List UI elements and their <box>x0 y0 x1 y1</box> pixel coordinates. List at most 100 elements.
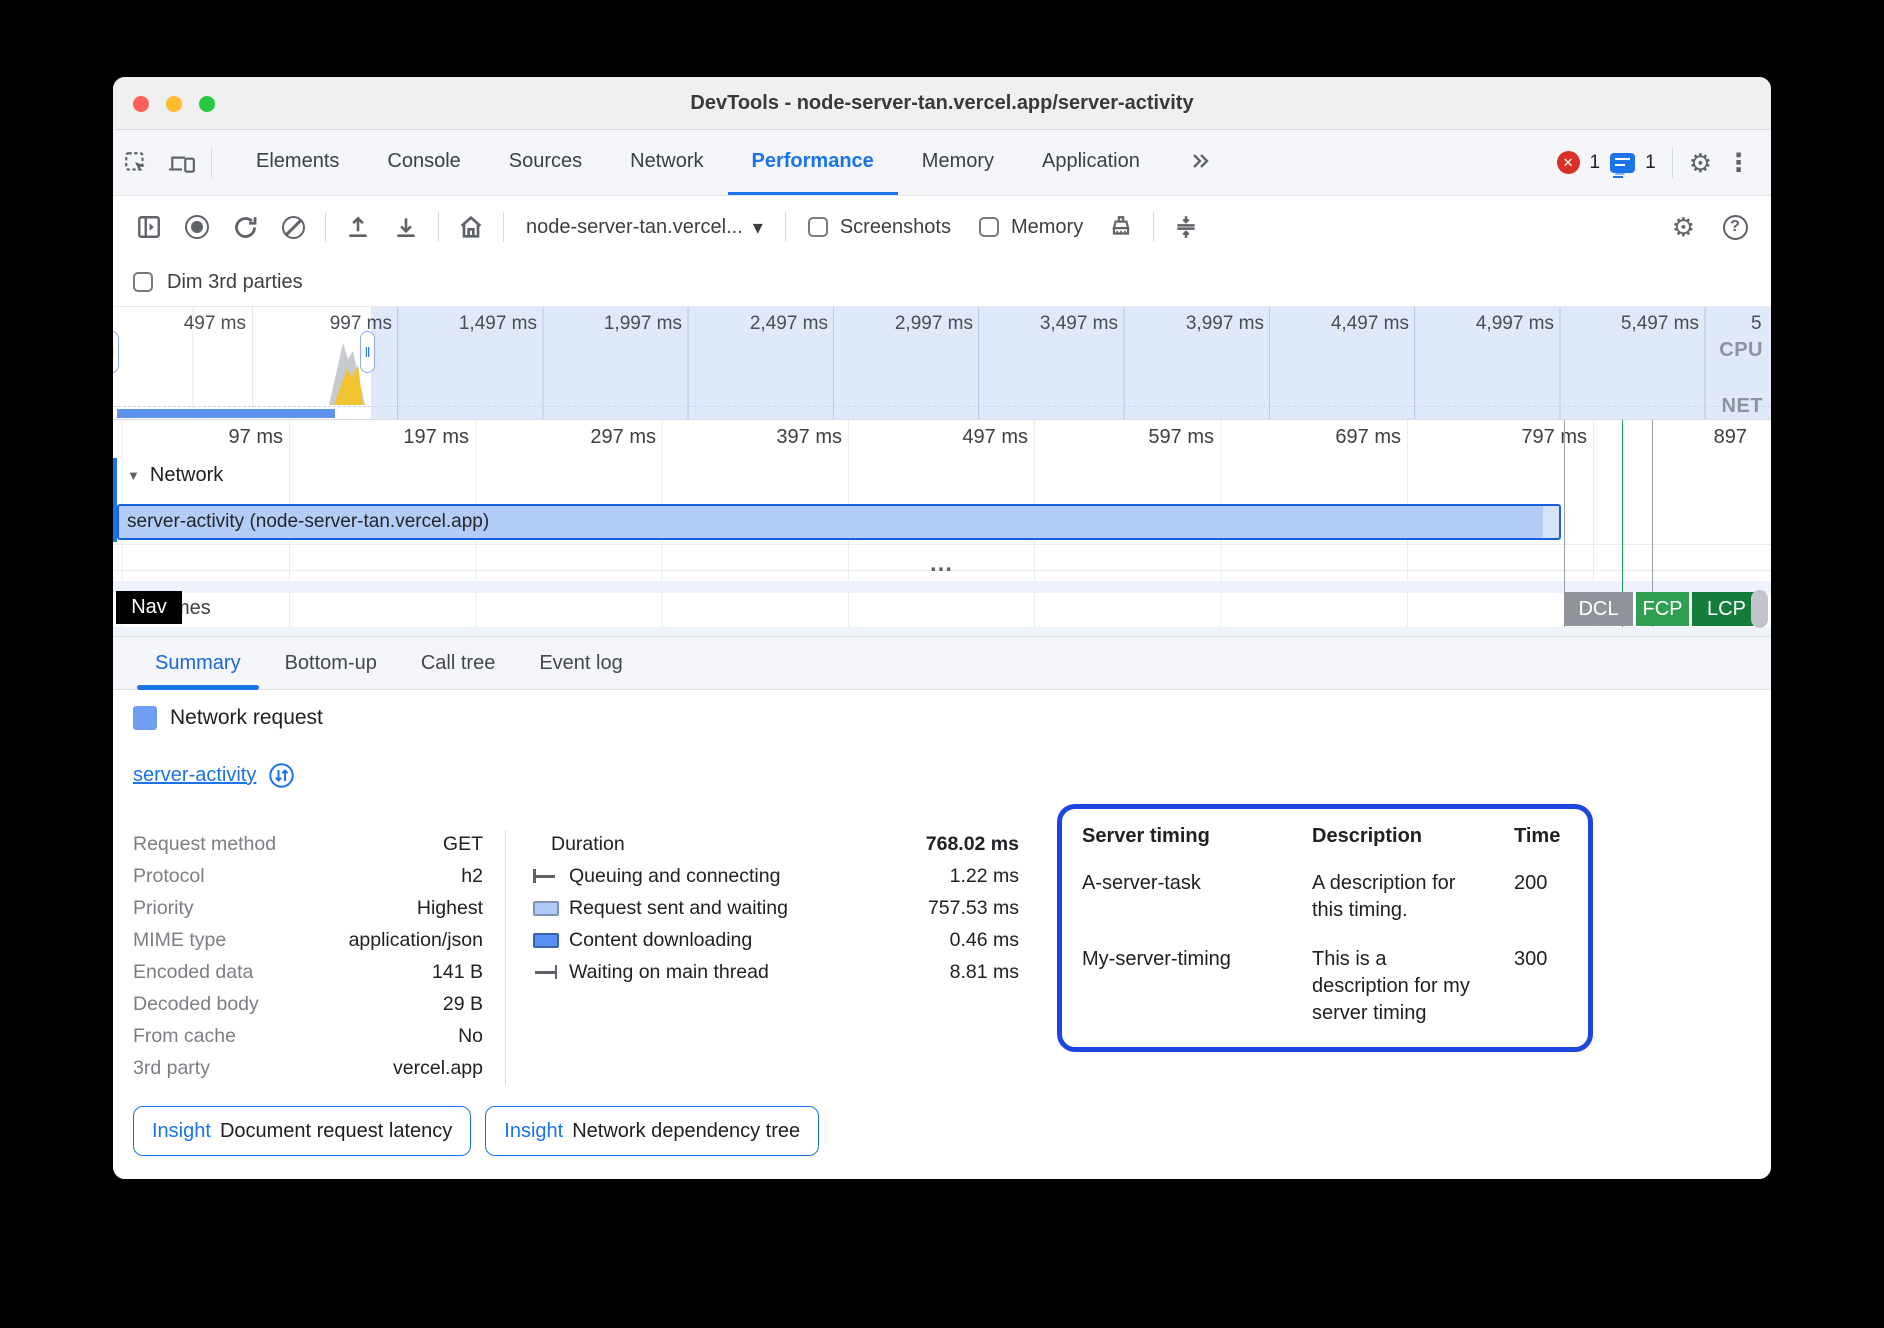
issues-icon[interactable] <box>1610 153 1635 173</box>
insight-document-request-latency-button[interactable]: Insight Document request latency <box>133 1106 471 1156</box>
chevron-down-icon: ▾ <box>753 215 763 240</box>
divider <box>1153 212 1154 242</box>
detail-row: PriorityHighest <box>133 892 483 924</box>
divider <box>1672 148 1673 178</box>
screenshots-checkbox[interactable] <box>808 217 828 237</box>
reveal-in-network-icon[interactable] <box>268 762 295 789</box>
garbage-collect-icon[interactable] <box>1099 205 1143 249</box>
timeline-tick: 97 ms <box>113 426 289 449</box>
request-link-row: server-activity <box>133 762 295 789</box>
nav-tooltip: Nav <box>116 591 182 624</box>
network-track-header[interactable]: ▼ Network <box>127 464 223 487</box>
upload-profile-icon[interactable] <box>336 205 380 249</box>
server-timing-table: Server timing Description Time A-server-… <box>1057 804 1593 1052</box>
tab-memory[interactable]: Memory <box>898 130 1018 195</box>
tab-application[interactable]: Application <box>1018 130 1164 195</box>
issues-count: 1 <box>1645 152 1656 174</box>
tab-sources[interactable]: Sources <box>485 130 606 195</box>
timeline-detail[interactable]: 97 ms 197 ms 297 ms 397 ms 497 ms 597 ms… <box>113 420 1771 636</box>
dim-third-parties-checkbox[interactable] <box>133 272 153 292</box>
more-options-icon[interactable]: ⋮ <box>1722 148 1755 178</box>
summary-panel: Network request server-activity Request … <box>113 690 1771 1179</box>
reload-and-record-icon[interactable] <box>223 205 267 249</box>
tab-elements[interactable]: Elements <box>232 130 363 195</box>
timeline-overview[interactable]: 497 ms 997 ms 1,497 ms 1,997 ms 2,497 ms… <box>113 306 1771 420</box>
duration-breakdown: Duration 768.02 ms Queuing and connectin… <box>533 828 1019 988</box>
collapse-icon[interactable] <box>1164 205 1208 249</box>
home-icon[interactable] <box>449 205 493 249</box>
network-request-bar[interactable]: server-activity (node-server-tan.vercel.… <box>117 504 1561 540</box>
scrollbar-thumb[interactable] <box>1751 590 1768 628</box>
memory-label: Memory <box>1011 216 1083 239</box>
blue-phase-icon <box>533 933 559 948</box>
error-icon[interactable]: ✕ <box>1557 151 1580 174</box>
devtools-tabbar: Elements Console Sources Network Perform… <box>113 130 1771 196</box>
network-request-bar-label: server-activity (node-server-tan.vercel.… <box>127 511 489 533</box>
overview-tick: 3,497 ms <box>979 313 1124 335</box>
tab-call-tree[interactable]: Call tree <box>399 637 517 689</box>
help-icon[interactable]: ? <box>1713 205 1757 249</box>
screenshot-stage: DevTools - node-server-tan.vercel.app/se… <box>0 0 1884 1328</box>
timeline-tick: 397 ms <box>662 426 848 449</box>
timeline-tick: 497 ms <box>848 426 1034 449</box>
insight-network-dependency-tree-button[interactable]: Insight Network dependency tree <box>485 1106 819 1156</box>
cpu-section-label: CPU <box>1719 339 1763 362</box>
memory-checkbox[interactable] <box>979 217 999 237</box>
overview-tick: 2,497 ms <box>688 313 834 335</box>
tab-summary[interactable]: Summary <box>133 637 263 689</box>
clear-icon[interactable] <box>271 205 315 249</box>
description-header: Description <box>1312 825 1474 848</box>
left-whisker-icon <box>533 869 557 883</box>
more-tabs-icon[interactable] <box>1164 130 1236 195</box>
legend-label: Network request <box>170 706 323 730</box>
overview-tick: 497 ms <box>113 313 252 335</box>
tab-event-log[interactable]: Event log <box>517 637 644 689</box>
column-divider <box>505 830 506 1085</box>
divider <box>325 212 326 242</box>
tab-performance[interactable]: Performance <box>728 130 898 195</box>
dcl-badge[interactable]: DCL <box>1564 592 1633 626</box>
overview-tick: 5,497 ms <box>1560 313 1705 335</box>
expand-arrow-icon: ▼ <box>127 468 140 483</box>
duration-total-row: Duration 768.02 ms <box>533 828 1019 860</box>
bottom-strip <box>113 627 1771 636</box>
divider <box>438 212 439 242</box>
selection-handle-right[interactable]: ‖ <box>360 331 375 373</box>
device-toolbar-icon[interactable] <box>159 130 205 195</box>
tab-bottom-up[interactable]: Bottom-up <box>263 637 399 689</box>
timeline-tick: 597 ms <box>1034 426 1220 449</box>
net-section-label: NET <box>1722 395 1764 418</box>
bottom-panel-tabs: Summary Bottom-up Call tree Event log <box>113 636 1771 690</box>
toggle-sidebar-icon[interactable] <box>127 205 171 249</box>
detail-row: MIME typeapplication/json <box>133 924 483 956</box>
timings-band <box>113 581 1771 593</box>
panel-settings-gear-icon[interactable]: ⚙ <box>1672 214 1695 240</box>
titlebar: DevTools - node-server-tan.vercel.app/se… <box>113 77 1771 130</box>
record-icon[interactable] <box>175 205 219 249</box>
overview-tick: 1,997 ms <box>543 313 688 335</box>
request-details: Request methodGET Protocolh2 PriorityHig… <box>133 828 483 1084</box>
performance-toolbar: node-server-tan.vercel... ▾ Screenshots … <box>113 196 1771 258</box>
detail-row: Protocolh2 <box>133 860 483 892</box>
fcp-badge[interactable]: FCP <box>1636 592 1689 626</box>
overview-tick: 3,997 ms <box>1124 313 1270 335</box>
dim-third-parties-row: Dim 3rd parties <box>113 258 1771 306</box>
inspect-element-icon[interactable] <box>113 130 159 195</box>
request-tail-segment <box>1543 506 1559 538</box>
detail-row: Request methodGET <box>133 828 483 860</box>
devtools-window: DevTools - node-server-tan.vercel.app/se… <box>113 77 1771 1179</box>
request-link[interactable]: server-activity <box>133 764 256 787</box>
page-selector-dropdown[interactable]: node-server-tan.vercel... ▾ <box>514 215 775 240</box>
tab-network[interactable]: Network <box>606 130 727 195</box>
server-timing-description: A description for this timing. <box>1312 870 1474 924</box>
detail-row: Encoded data141 B <box>133 956 483 988</box>
collapsed-tracks-ellipsis[interactable]: … <box>929 550 955 578</box>
overview-tick: 4,997 ms <box>1415 313 1560 335</box>
tab-console[interactable]: Console <box>363 130 484 195</box>
timeline-tick: 697 ms <box>1220 426 1407 449</box>
overview-tick: 4,497 ms <box>1270 313 1415 335</box>
download-profile-icon[interactable] <box>384 205 428 249</box>
selection-handle-left[interactable]: ‖ <box>113 331 119 373</box>
settings-gear-icon[interactable]: ⚙ <box>1689 150 1712 176</box>
light-blue-phase-icon <box>533 901 559 916</box>
